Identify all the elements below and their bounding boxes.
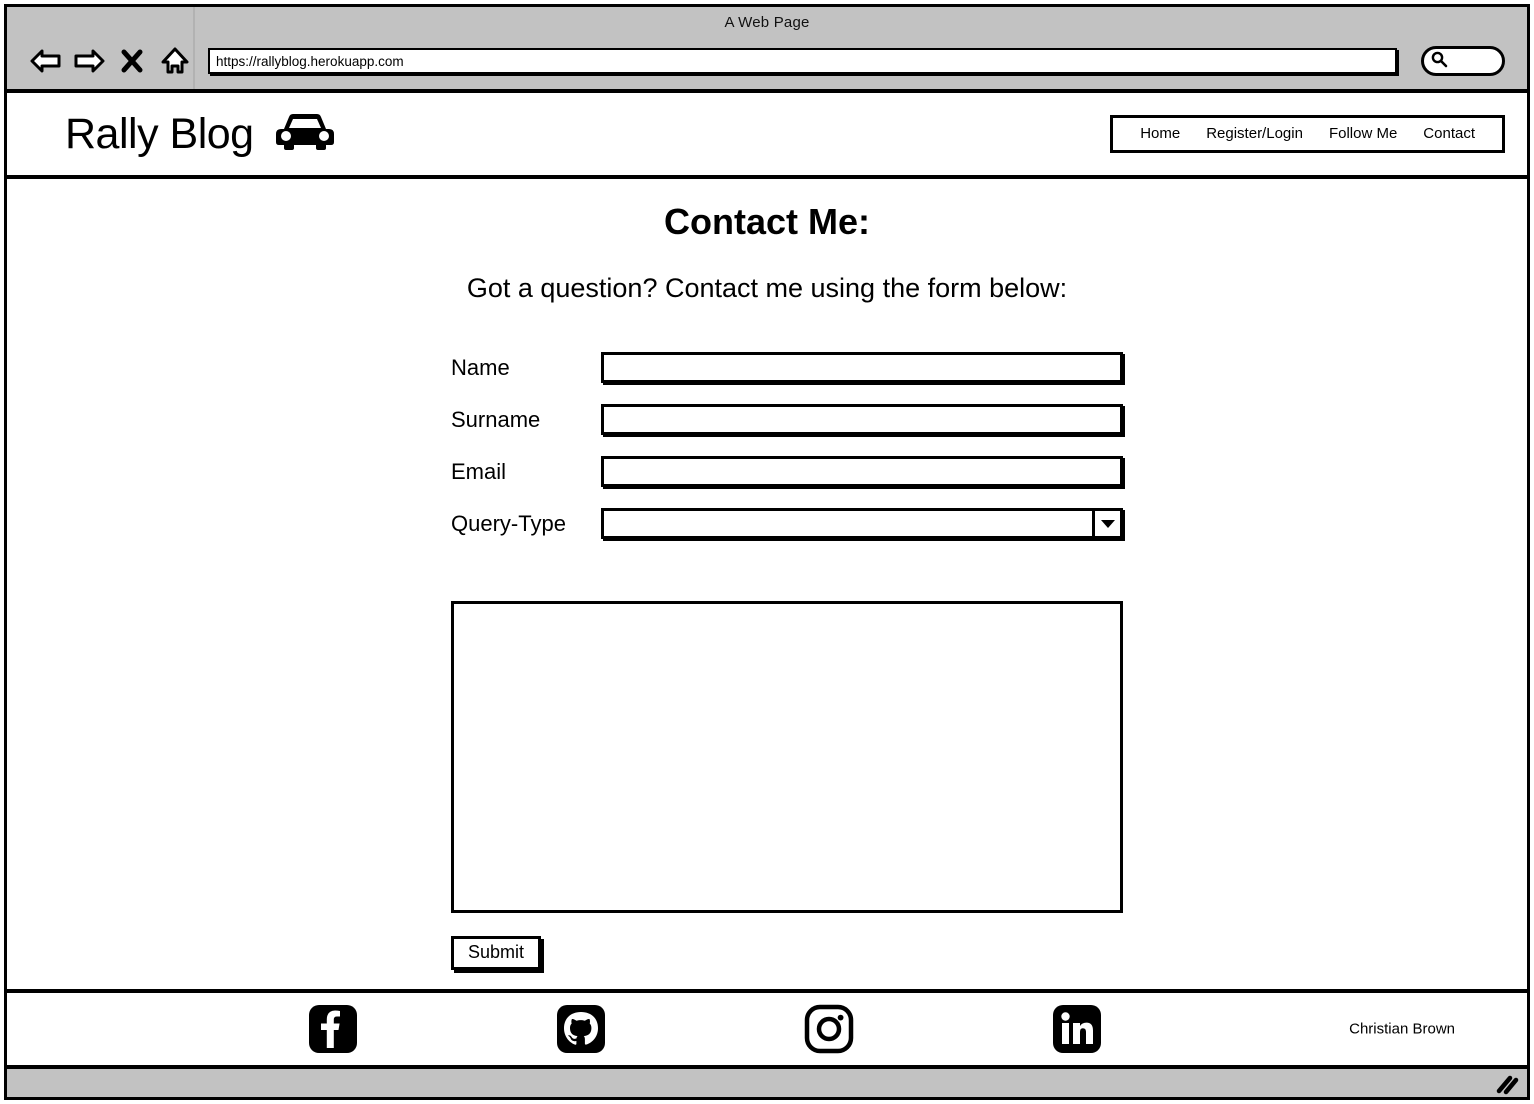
nav-item-contact[interactable]: Contact — [1410, 122, 1488, 146]
linkedin-icon[interactable] — [1051, 1003, 1103, 1055]
surname-input[interactable] — [601, 404, 1123, 435]
browser-chrome: A Web Page — [7, 7, 1527, 93]
query-type-select[interactable] — [601, 508, 1123, 539]
car-icon — [274, 112, 336, 157]
back-arrow-icon[interactable] — [29, 44, 63, 78]
query-type-value — [604, 511, 1092, 536]
label-email: Email — [451, 458, 507, 484]
primary-nav: Home Register/Login Follow Me Contact — [1110, 115, 1505, 153]
form-row-surname: Surname — [451, 404, 1527, 435]
github-icon[interactable] — [555, 1003, 607, 1055]
resize-grip-icon[interactable] — [1493, 1073, 1519, 1095]
toolbar-divider — [193, 7, 195, 89]
forward-arrow-icon[interactable] — [72, 44, 106, 78]
page-viewport: Rally Blog Home Register/Login Follow Me… — [7, 93, 1527, 1097]
instagram-icon[interactable] — [803, 1003, 855, 1055]
browser-window: A Web Page https://rallyblog.herokuapp.c… — [4, 4, 1530, 1100]
facebook-icon[interactable] — [307, 1003, 359, 1055]
contact-form: Name Surname Email Query-Type Submit — [7, 352, 1527, 970]
form-row-email: Email — [451, 456, 1527, 487]
nav-item-follow-me[interactable]: Follow Me — [1316, 122, 1410, 146]
main-content: Contact Me: Got a question? Contact me u… — [7, 179, 1527, 989]
chevron-down-icon[interactable] — [1092, 511, 1120, 536]
form-row-query-type: Query-Type — [451, 508, 1527, 539]
page-subtitle: Got a question? Contact me using the for… — [466, 273, 1068, 303]
label-query-type: Query-Type — [451, 510, 566, 536]
label-surname: Surname — [451, 406, 541, 432]
site-footer: Christian Brown — [7, 989, 1527, 1069]
brand-name: Rally Blog — [65, 109, 254, 158]
submit-button[interactable]: Submit — [451, 936, 542, 970]
social-links — [307, 1003, 1103, 1055]
url-input[interactable] — [208, 48, 1397, 74]
nav-item-register-login[interactable]: Register/Login — [1193, 122, 1316, 146]
form-row-name: Name — [451, 352, 1527, 383]
browser-search-box[interactable] — [1421, 46, 1505, 76]
browser-toolbar — [7, 7, 1527, 89]
navigation-icons — [15, 44, 204, 78]
nav-item-home[interactable]: Home — [1127, 122, 1193, 146]
site-header: Rally Blog Home Register/Login Follow Me… — [7, 93, 1527, 179]
label-name: Name — [451, 354, 510, 380]
home-icon[interactable] — [158, 44, 192, 78]
browser-status-bar — [7, 1069, 1527, 1097]
close-x-icon[interactable] — [115, 44, 149, 78]
window-title: A Web Page — [724, 14, 810, 31]
page-title: Contact Me: — [664, 201, 870, 242]
name-input[interactable] — [601, 352, 1123, 383]
email-input[interactable] — [601, 456, 1123, 487]
message-textarea[interactable] — [451, 601, 1123, 913]
footer-credit: Christian Brown — [1349, 1020, 1455, 1038]
search-icon — [1430, 50, 1448, 73]
site-brand[interactable]: Rally Blog — [65, 112, 336, 157]
